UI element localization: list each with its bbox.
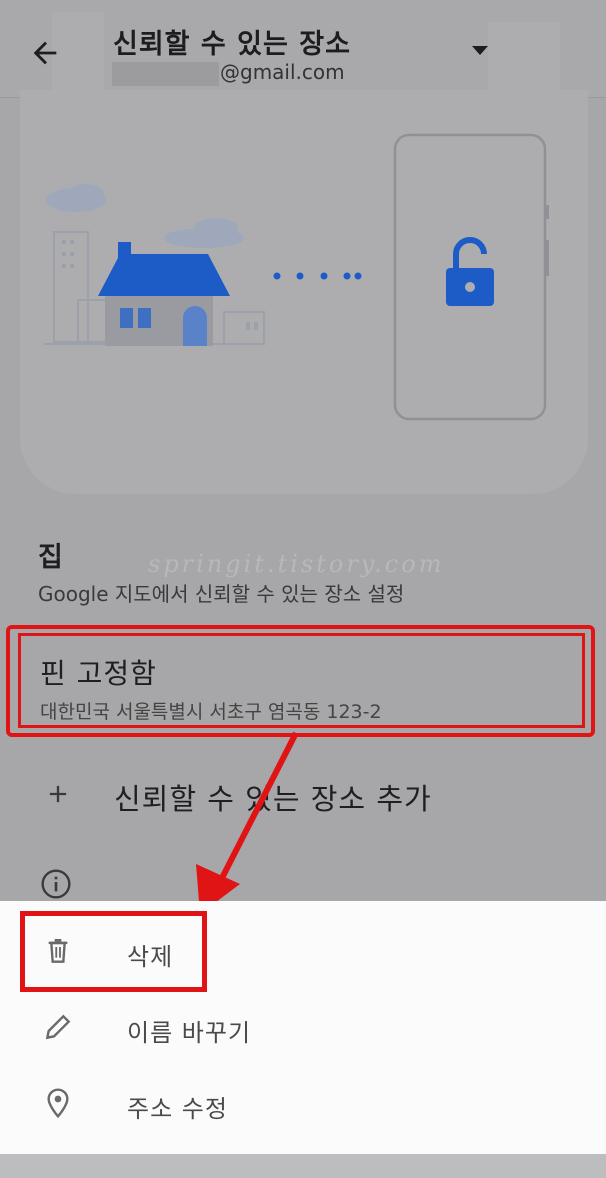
annotation-box-delete [20, 911, 207, 992]
menu-item-label: 이름 바꾸기 [127, 1019, 252, 1047]
menu-item-rename[interactable]: 이름 바꾸기 [0, 989, 606, 1065]
system-nav-bar [0, 1154, 606, 1178]
menu-item-label: 주소 수정 [127, 1095, 228, 1123]
pencil-icon [45, 1014, 71, 1040]
menu-item-edit-address[interactable]: 주소 수정 [0, 1065, 606, 1141]
location-pin-icon [47, 1088, 69, 1119]
